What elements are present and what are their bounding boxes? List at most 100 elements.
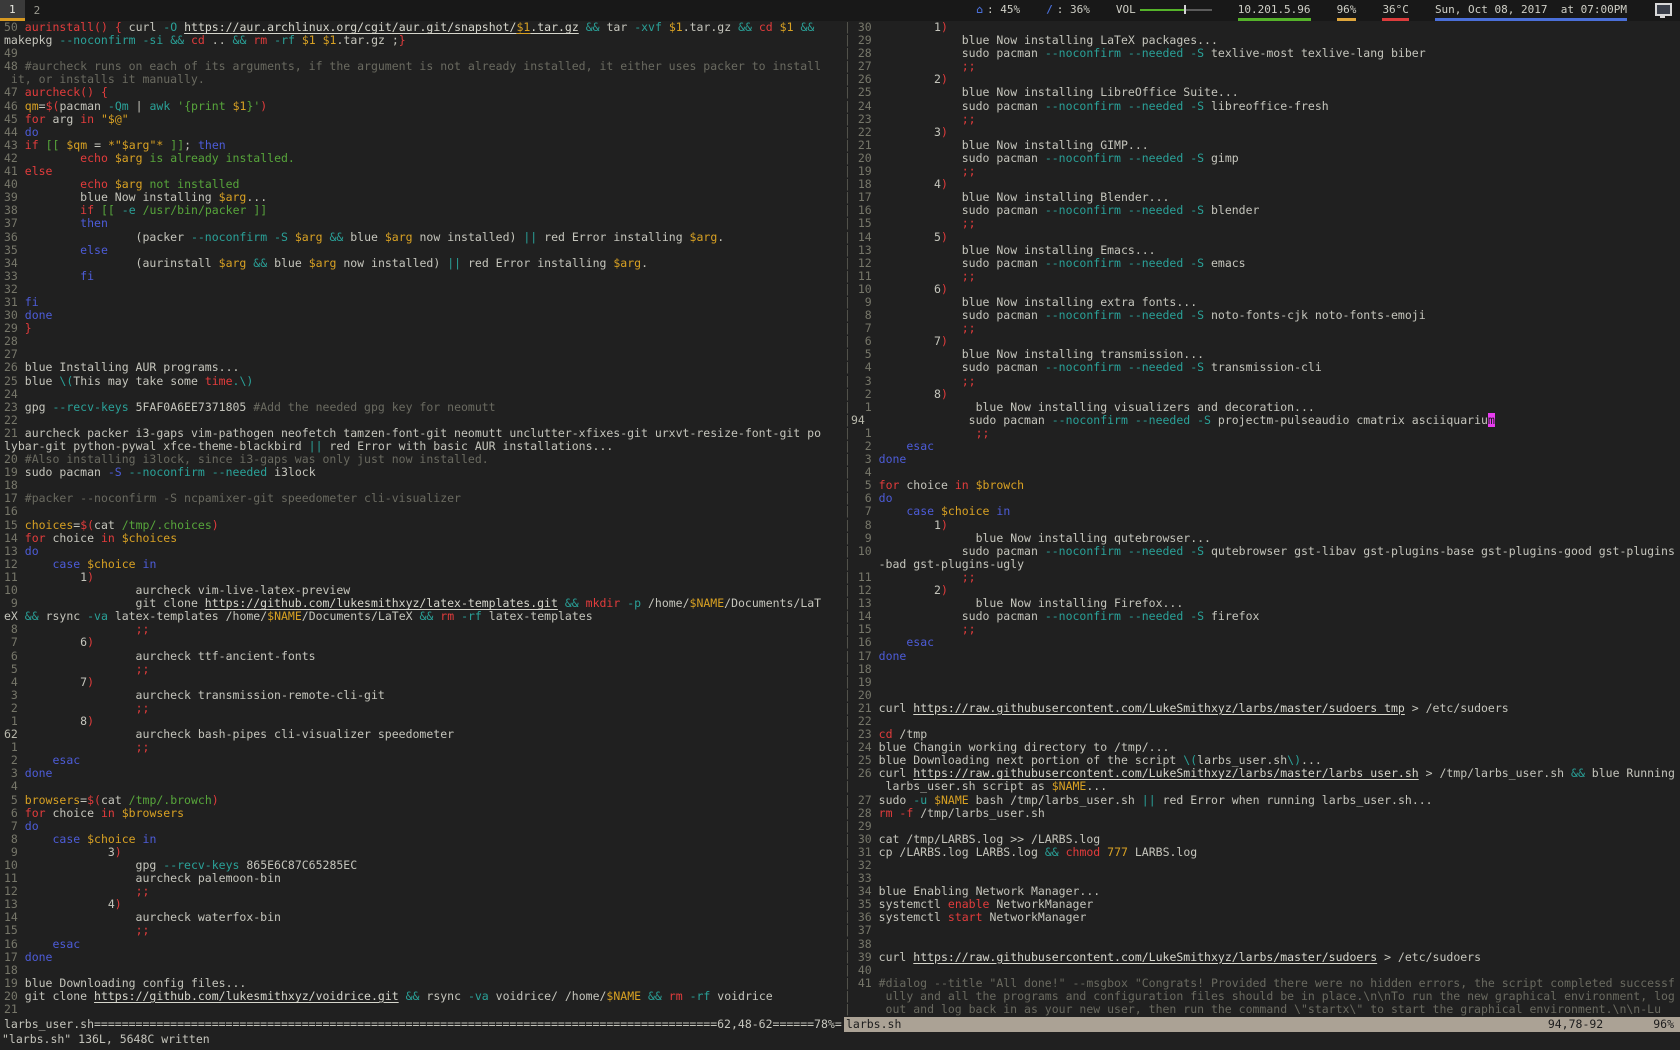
code-row: 45 for arg in "$@" (4, 113, 844, 126)
root-slash-icon: / (1046, 3, 1053, 16)
statusline-active: larbs.sh 94,78-92 96% (844, 1017, 1680, 1032)
vim-command-line: "larbs.sh" 136L, 5648C written (0, 1032, 1680, 1047)
code-row: 2 ;; (4, 702, 844, 715)
code-row: 12 ;; (4, 885, 844, 898)
workspace-2-label: 2 (34, 4, 41, 17)
code-row: 17 done (4, 951, 844, 964)
code-row: 14 for choice in $choices (4, 532, 844, 545)
code-row: 17 #packer --noconfirm -S ncpamixer-git … (4, 492, 844, 505)
workspace-switcher: 1 2 (0, 0, 49, 21)
cursor-position: 94,78-92 (1548, 1017, 1603, 1032)
workspace-2-button[interactable]: 2 (25, 0, 50, 21)
scroll-percent: 96% (1653, 1017, 1674, 1032)
code-row: 16 esac (4, 938, 844, 951)
system-tray (1653, 0, 1674, 21)
code-row: | 36 systemctl start NetworkManager (844, 911, 1680, 924)
code-row: | 19 ;; (844, 165, 1680, 178)
right-editor-pane[interactable]: | 30 1)| 29 blue Now installing LaTeX pa… (844, 21, 1680, 1017)
disk-home-value: : 45% (987, 3, 1020, 16)
code-row: 42 echo $arg is already installed. (4, 152, 844, 165)
code-row: 21 (4, 1003, 844, 1016)
code-row: 8 case $choice in (4, 833, 844, 846)
code-row: | 37 (844, 924, 1680, 937)
status-modules: ⌂ : 45% / : 36% VOL 10.201.5.96 96% 36°C (976, 0, 1680, 21)
code-row: 32 (4, 283, 844, 296)
code-row: | 27 ;; (844, 60, 1680, 73)
code-row: | 16 esac (844, 636, 1680, 649)
volume-slider[interactable] (1140, 4, 1212, 15)
code-row: 15 ;; (4, 924, 844, 937)
volume-module: VOL (1116, 0, 1212, 21)
disk-root-module: / : 36% (1046, 0, 1090, 21)
statusline-inactive: larbs_user.sh===========================… (0, 1017, 844, 1032)
code-row: | 15 ;; (844, 217, 1680, 230)
code-row: 20 git clone https://github.com/lukesmit… (4, 990, 844, 1003)
code-row: 2 esac (4, 754, 844, 767)
vim-statuslines: larbs_user.sh===========================… (0, 1017, 1680, 1032)
home-icon: ⌂ (976, 3, 983, 16)
code-row: 19 sudo pacman -S --noconfirm --needed i… (4, 466, 844, 479)
code-row: 3 done (4, 767, 844, 780)
code-row: | 3 ;; (844, 375, 1680, 388)
datetime-module: Sun, Oct 08, 2017 at 07:00PM (1435, 0, 1627, 21)
code-row: 46 qm=$(pacman -Qm | awk '{print $1}') (4, 100, 844, 113)
code-row: | 22 (844, 715, 1680, 728)
code-row: | 11 ;; (844, 571, 1680, 584)
code-row: 8 ;; (4, 623, 844, 636)
code-row: | out and log back in as your new user, … (844, 1003, 1680, 1016)
code-row: 31 fi (4, 296, 844, 309)
code-row: | 28 rm -f /tmp/larbs_user.sh (844, 807, 1680, 820)
code-row: | 21 curl https://raw.githubusercontent.… (844, 702, 1680, 715)
temperature-module: 36°C (1382, 0, 1409, 21)
battery-percent: 96% (1337, 3, 1357, 16)
code-row: | 7 ;; (844, 322, 1680, 335)
active-filename: larbs.sh (846, 1017, 901, 1032)
code-row: | 11 ;; (844, 270, 1680, 283)
temperature-value: 36°C (1382, 3, 1409, 16)
code-row: | 7 case $choice in (844, 505, 1680, 518)
code-row: 29 } (4, 322, 844, 335)
code-row: | 39 curl https://raw.githubusercontent.… (844, 951, 1680, 964)
code-row: 23 gpg --recv-keys 5FAF0A6EE7371805 #Add… (4, 401, 844, 414)
code-row: | 5 for choice in $browch (844, 479, 1680, 492)
code-row: | 32 (844, 859, 1680, 872)
volume-label: VOL (1116, 3, 1136, 16)
code-row: 30 done (4, 309, 844, 322)
status-bar: 1 2 ⌂ : 45% / : 36% VOL 10.201.5.96 (0, 0, 1680, 21)
code-row: 12 case $choice in (4, 558, 844, 571)
code-row: | 17 done (844, 650, 1680, 663)
vim-editor: 50 aurinstall() { curl -O https://aur.ar… (0, 21, 1680, 1017)
workspace-1-label: 1 (9, 3, 16, 16)
code-row: 28 (4, 335, 844, 348)
code-row: | 23 ;; (844, 113, 1680, 126)
code-row: | 2 esac (844, 440, 1680, 453)
code-row: | 18 (844, 663, 1680, 676)
code-row: 5 ;; (4, 663, 844, 676)
disk-root-value: : 36% (1057, 3, 1090, 16)
terminal-screen: 1 2 ⌂ : 45% / : 36% VOL 10.201.5.96 (0, 0, 1680, 1050)
left-editor-pane[interactable]: 50 aurinstall() { curl -O https://aur.ar… (0, 21, 844, 1017)
code-row: | 15 ;; (844, 623, 1680, 636)
disk-home-module: ⌂ : 45% (976, 0, 1020, 21)
code-row: | 3 done (844, 453, 1680, 466)
code-row: 34 (aurinstall $arg && blue $arg now ins… (4, 257, 844, 270)
workspace-1-button[interactable]: 1 (0, 0, 25, 21)
code-row: makepkg --noconfirm -si && cd .. && rm -… (4, 34, 844, 47)
code-row: 25 blue \(This may take some time.\) (4, 375, 844, 388)
code-row: it, or installs it manually. (4, 73, 844, 86)
code-row: 6 for choice in $browsers (4, 807, 844, 820)
volume-slider-fill (1140, 9, 1185, 11)
battery-module: 96% (1337, 0, 1357, 21)
ip-module: 10.201.5.96 (1238, 0, 1311, 21)
code-row: 38 if [[ -e /usr/bin/packer ]] (4, 204, 844, 217)
datetime-value: Sun, Oct 08, 2017 at 07:00PM (1435, 3, 1627, 16)
code-row: 1 ;; (4, 741, 844, 754)
code-row: 33 fi (4, 270, 844, 283)
code-row: 36 (packer --noconfirm -S $arg && blue $… (4, 231, 844, 244)
volume-slider-track (1185, 9, 1212, 11)
ip-address: 10.201.5.96 (1238, 3, 1311, 16)
volume-slider-thumb[interactable] (1184, 5, 1186, 14)
code-row: | 31 cp /LARBS.log LARBS.log && chmod 77… (844, 846, 1680, 859)
monitor-icon[interactable] (1655, 3, 1672, 16)
code-row: | 1 ;; (844, 427, 1680, 440)
